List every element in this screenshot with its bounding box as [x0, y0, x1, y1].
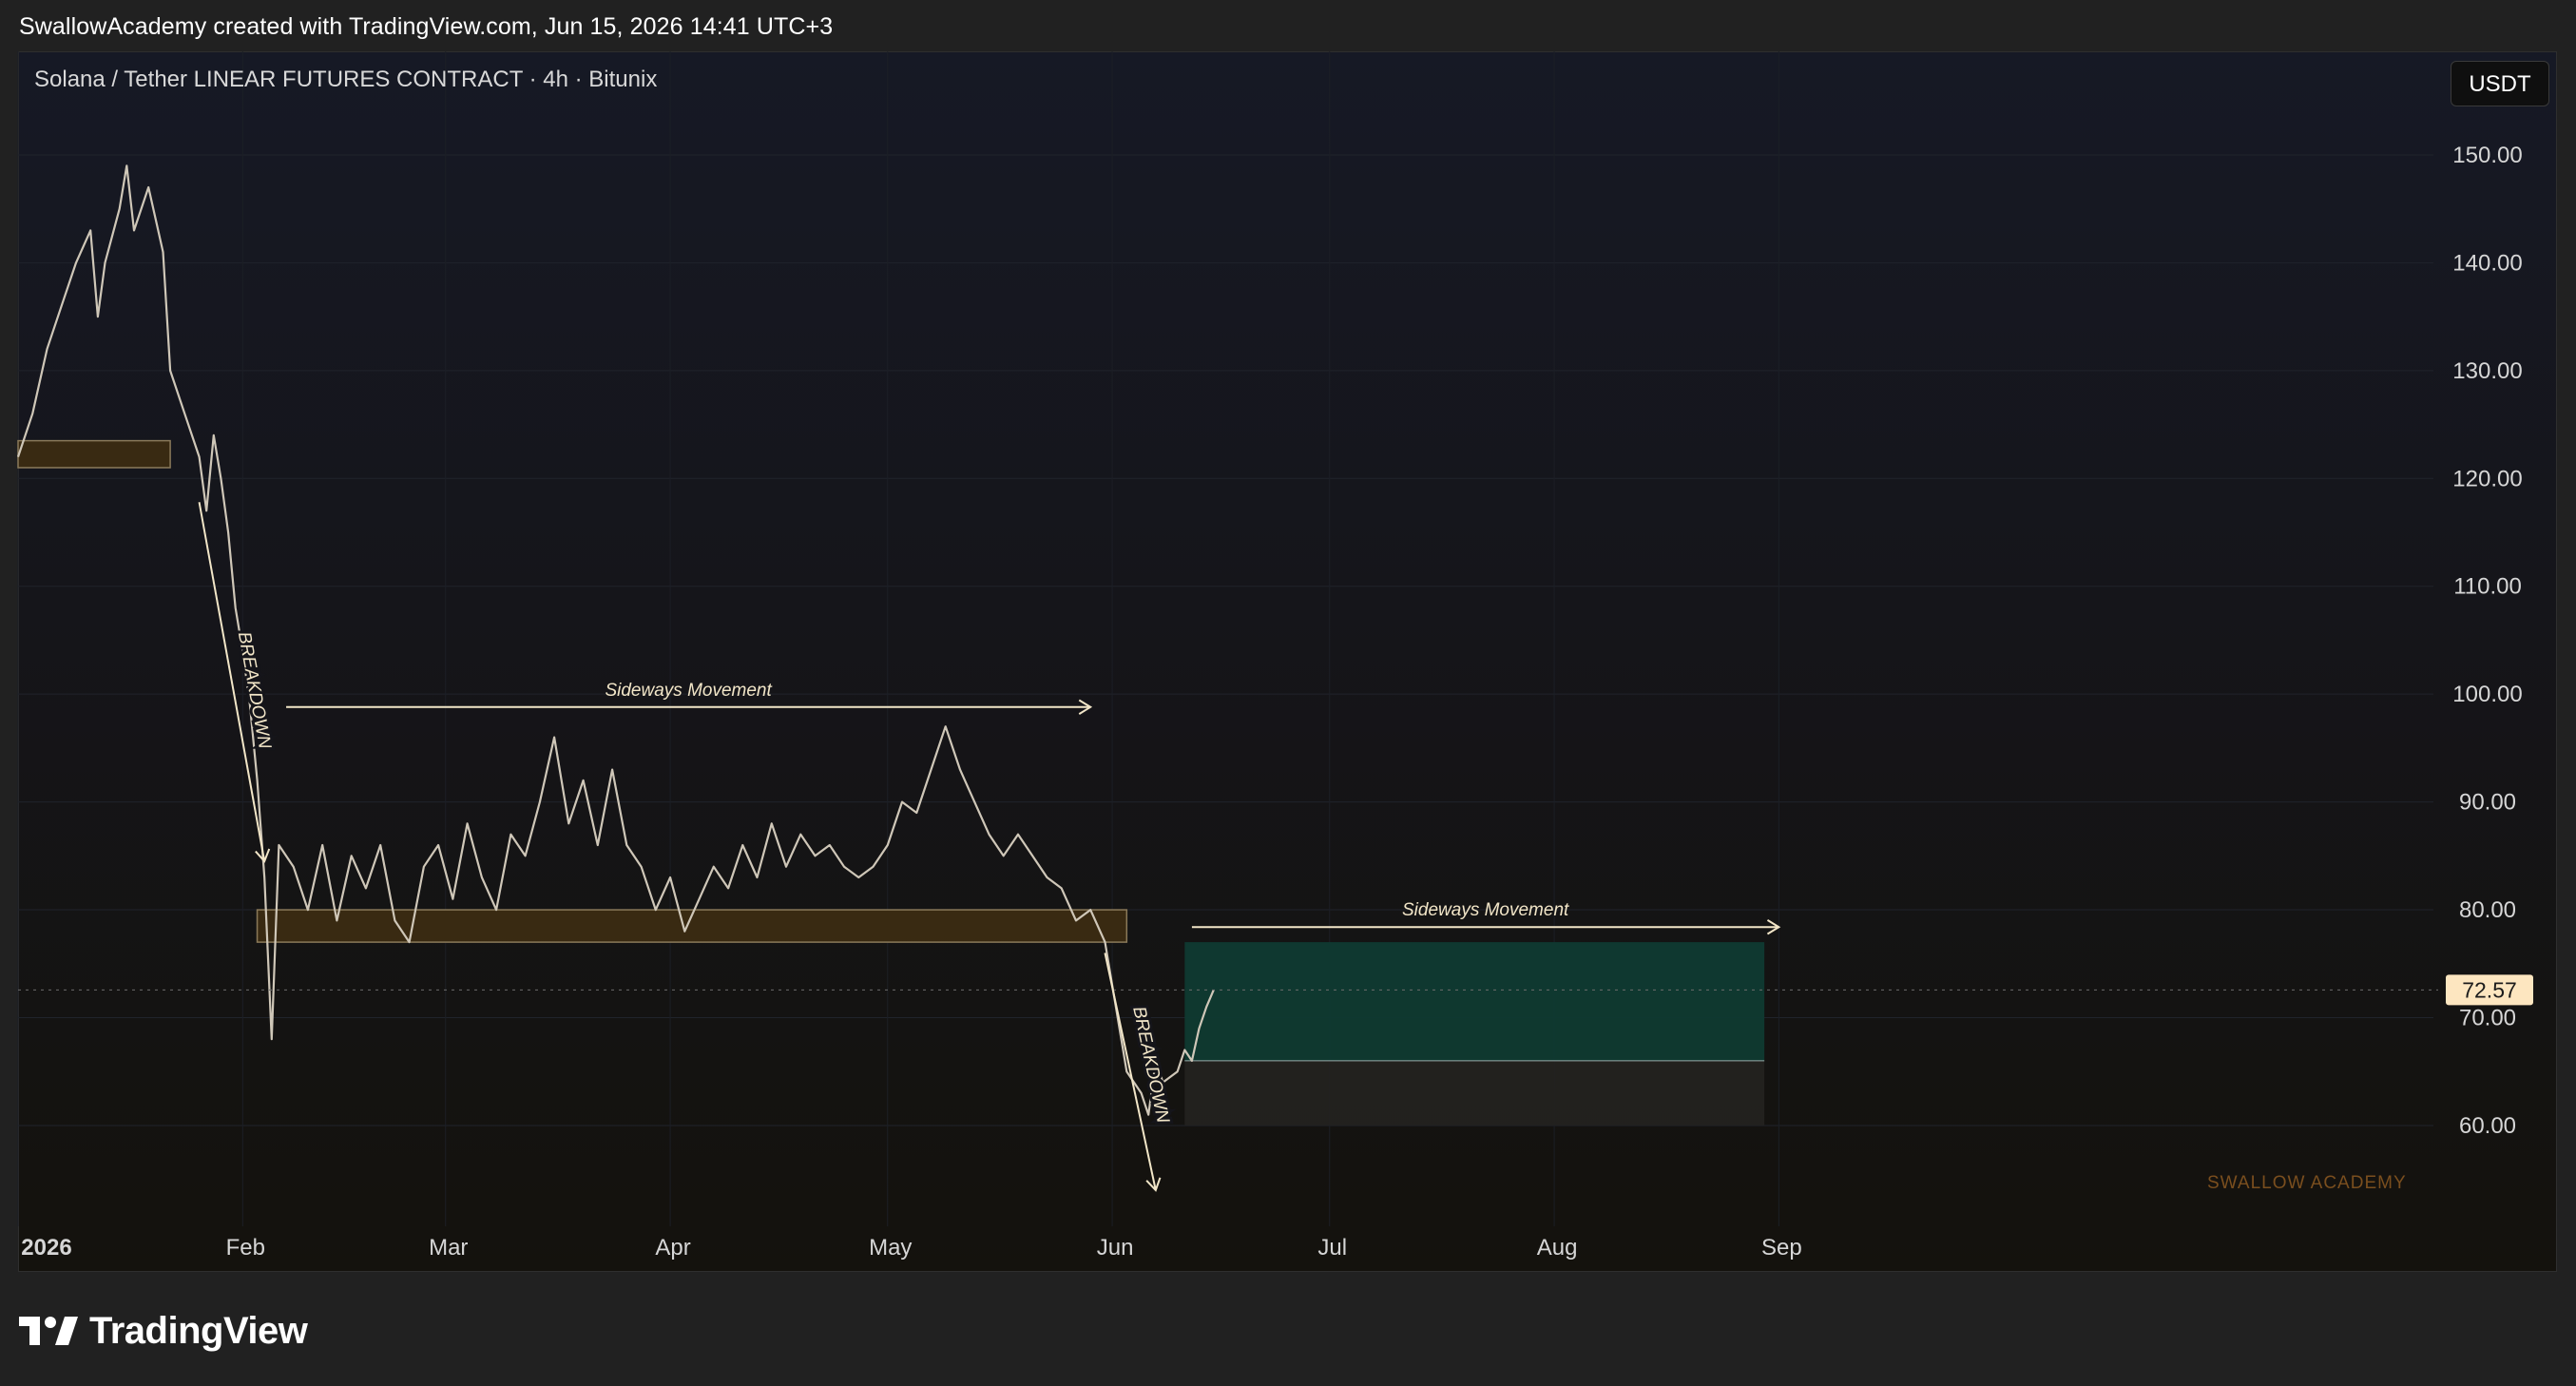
- last-price-label: 72.57: [2462, 977, 2517, 1002]
- tradingview-logo-icon: [19, 1317, 78, 1345]
- x-tick-label: Mar: [429, 1235, 468, 1261]
- y-tick-label: 130.00: [2452, 358, 2522, 384]
- currency-button[interactable]: USDT: [2451, 61, 2549, 106]
- y-tick-label: 100.00: [2452, 682, 2522, 707]
- breakdown-label-2: BREAKDOWN: [1128, 1005, 1173, 1125]
- support-zone-1: [17, 439, 171, 469]
- grey-target-zone: [1184, 1060, 1765, 1126]
- y-tick-label: 90.00: [2459, 790, 2516, 816]
- x-tick-label: Apr: [655, 1235, 690, 1261]
- y-tick-label: 70.00: [2459, 1006, 2516, 1031]
- x-tick-label: Feb: [226, 1235, 265, 1261]
- x-tick-label: Jun: [1097, 1235, 1134, 1261]
- tradingview-logo[interactable]: TradingView: [19, 1304, 308, 1357]
- symbol-title: Solana / Tether LINEAR FUTURES CONTRACT …: [34, 67, 658, 92]
- sideways-movement-label-2: Sideways Movement: [1402, 900, 1569, 920]
- x-tick-label: Jul: [1317, 1235, 1347, 1261]
- x-tick-label: Sep: [1761, 1235, 1802, 1261]
- green-target-zone: [1184, 942, 1765, 1061]
- sideways-movement-label-1: Sideways Movement: [605, 681, 772, 701]
- price-chart[interactable]: 150.00 140.00 130.00 120.00 110.00 100.00 90.0…: [0, 0, 2576, 1274]
- breakdown-label-1: BREAKDOWN: [234, 630, 275, 751]
- watermark-text: SWALLOW ACADEMY: [2207, 1173, 2407, 1193]
- tradingview-brand: TradingView: [89, 1309, 308, 1352]
- y-tick-label: 60.00: [2459, 1113, 2516, 1139]
- y-tick-label: 140.00: [2452, 250, 2522, 276]
- x-tick-label: May: [869, 1235, 912, 1261]
- price-series-line: [16, 164, 1215, 1116]
- y-tick-label: 150.00: [2452, 143, 2522, 168]
- y-tick-label: 120.00: [2452, 466, 2522, 491]
- y-tick-label: 80.00: [2459, 897, 2516, 923]
- x-tick-label: 2026: [21, 1235, 71, 1261]
- x-tick-label: Aug: [1537, 1235, 1578, 1261]
- y-tick-label: 110.00: [2453, 574, 2522, 600]
- zone-layer: [17, 439, 1765, 1126]
